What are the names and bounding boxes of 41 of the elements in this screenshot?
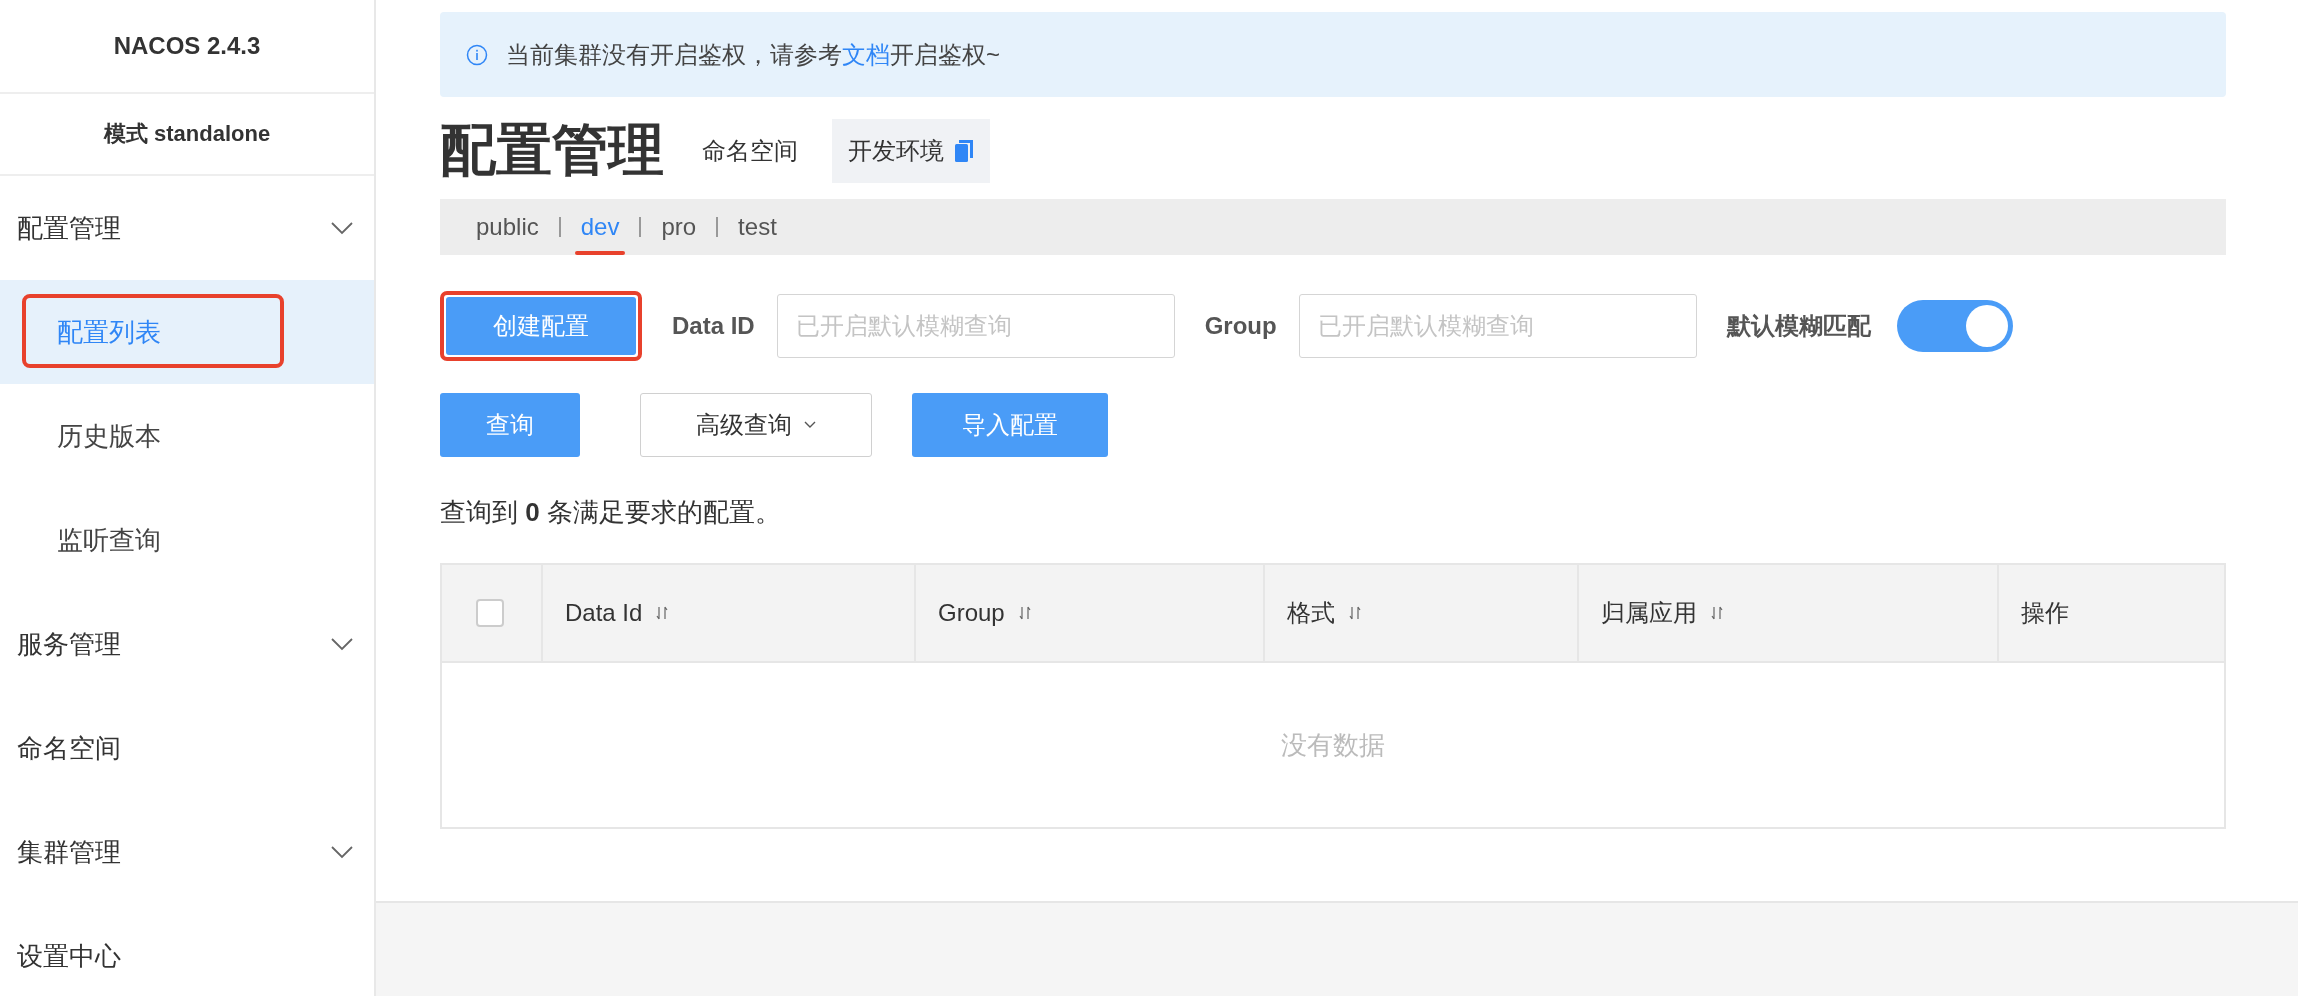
column-header[interactable]: 格式 <box>1287 597 1335 629</box>
namespace-tab[interactable]: public <box>470 199 545 255</box>
column-header[interactable]: 归属应用 <box>1601 597 1697 629</box>
sort-icon[interactable] <box>1711 606 1723 620</box>
page-title: 配置管理 <box>440 117 664 183</box>
chevron-down-icon <box>330 637 354 651</box>
toggle-label: 默认模糊匹配 <box>1726 311 1871 341</box>
column-header[interactable]: Data Id <box>565 599 643 627</box>
sidebar-subitem[interactable]: 历史版本 <box>0 384 374 488</box>
sort-icon[interactable] <box>1349 606 1361 620</box>
sidebar-item[interactable]: 命名空间 <box>0 696 374 800</box>
sidebar-item[interactable]: 配置管理 <box>0 176 374 280</box>
select-all-checkbox[interactable] <box>476 599 504 627</box>
sidebar-item[interactable]: 服务管理 <box>0 592 374 696</box>
search-field[interactable]: 已开启默认模糊查询 <box>776 294 1175 358</box>
result-summary: 查询到 0 条满足要求的配置。 <box>440 495 782 529</box>
search-field[interactable]: 已开启默认模糊查询 <box>1298 294 1697 358</box>
chevron-down-icon <box>330 221 354 235</box>
notice-text: 当前集群没有开启鉴权，请参考文档开启鉴权~ <box>506 39 1000 70</box>
namespace-tab[interactable]: pro <box>655 199 703 255</box>
sort-icon[interactable] <box>656 606 669 620</box>
caret-icon <box>804 421 816 429</box>
namespace-value: 开发环境 <box>832 119 990 183</box>
info-icon <box>466 43 488 66</box>
product-title: NACOS 2.4.3 <box>0 0 374 94</box>
toggle-switch[interactable] <box>1896 300 2013 352</box>
column-header[interactable]: Group <box>938 599 1005 627</box>
field-label: Group <box>1204 312 1277 340</box>
namespace-tab[interactable]: test <box>732 199 783 255</box>
advanced-query-button[interactable]: 高级查询 <box>640 393 872 457</box>
empty-message: 没有数据 <box>1281 728 1385 762</box>
sidebar-item[interactable]: 集群管理 <box>0 800 374 904</box>
sort-icon[interactable] <box>1018 606 1031 620</box>
copy-icon[interactable] <box>954 139 974 163</box>
sidebar-item[interactable]: 设置中心 <box>0 904 374 996</box>
sidebar-subitem[interactable]: 监听查询 <box>0 488 374 592</box>
chevron-down-icon <box>330 845 354 859</box>
mode-label: 模式 standalone <box>0 94 374 176</box>
field-label: Data ID <box>672 312 755 340</box>
namespace-label: 命名空间 <box>702 136 798 166</box>
column-header[interactable]: 操作 <box>2021 597 2069 629</box>
